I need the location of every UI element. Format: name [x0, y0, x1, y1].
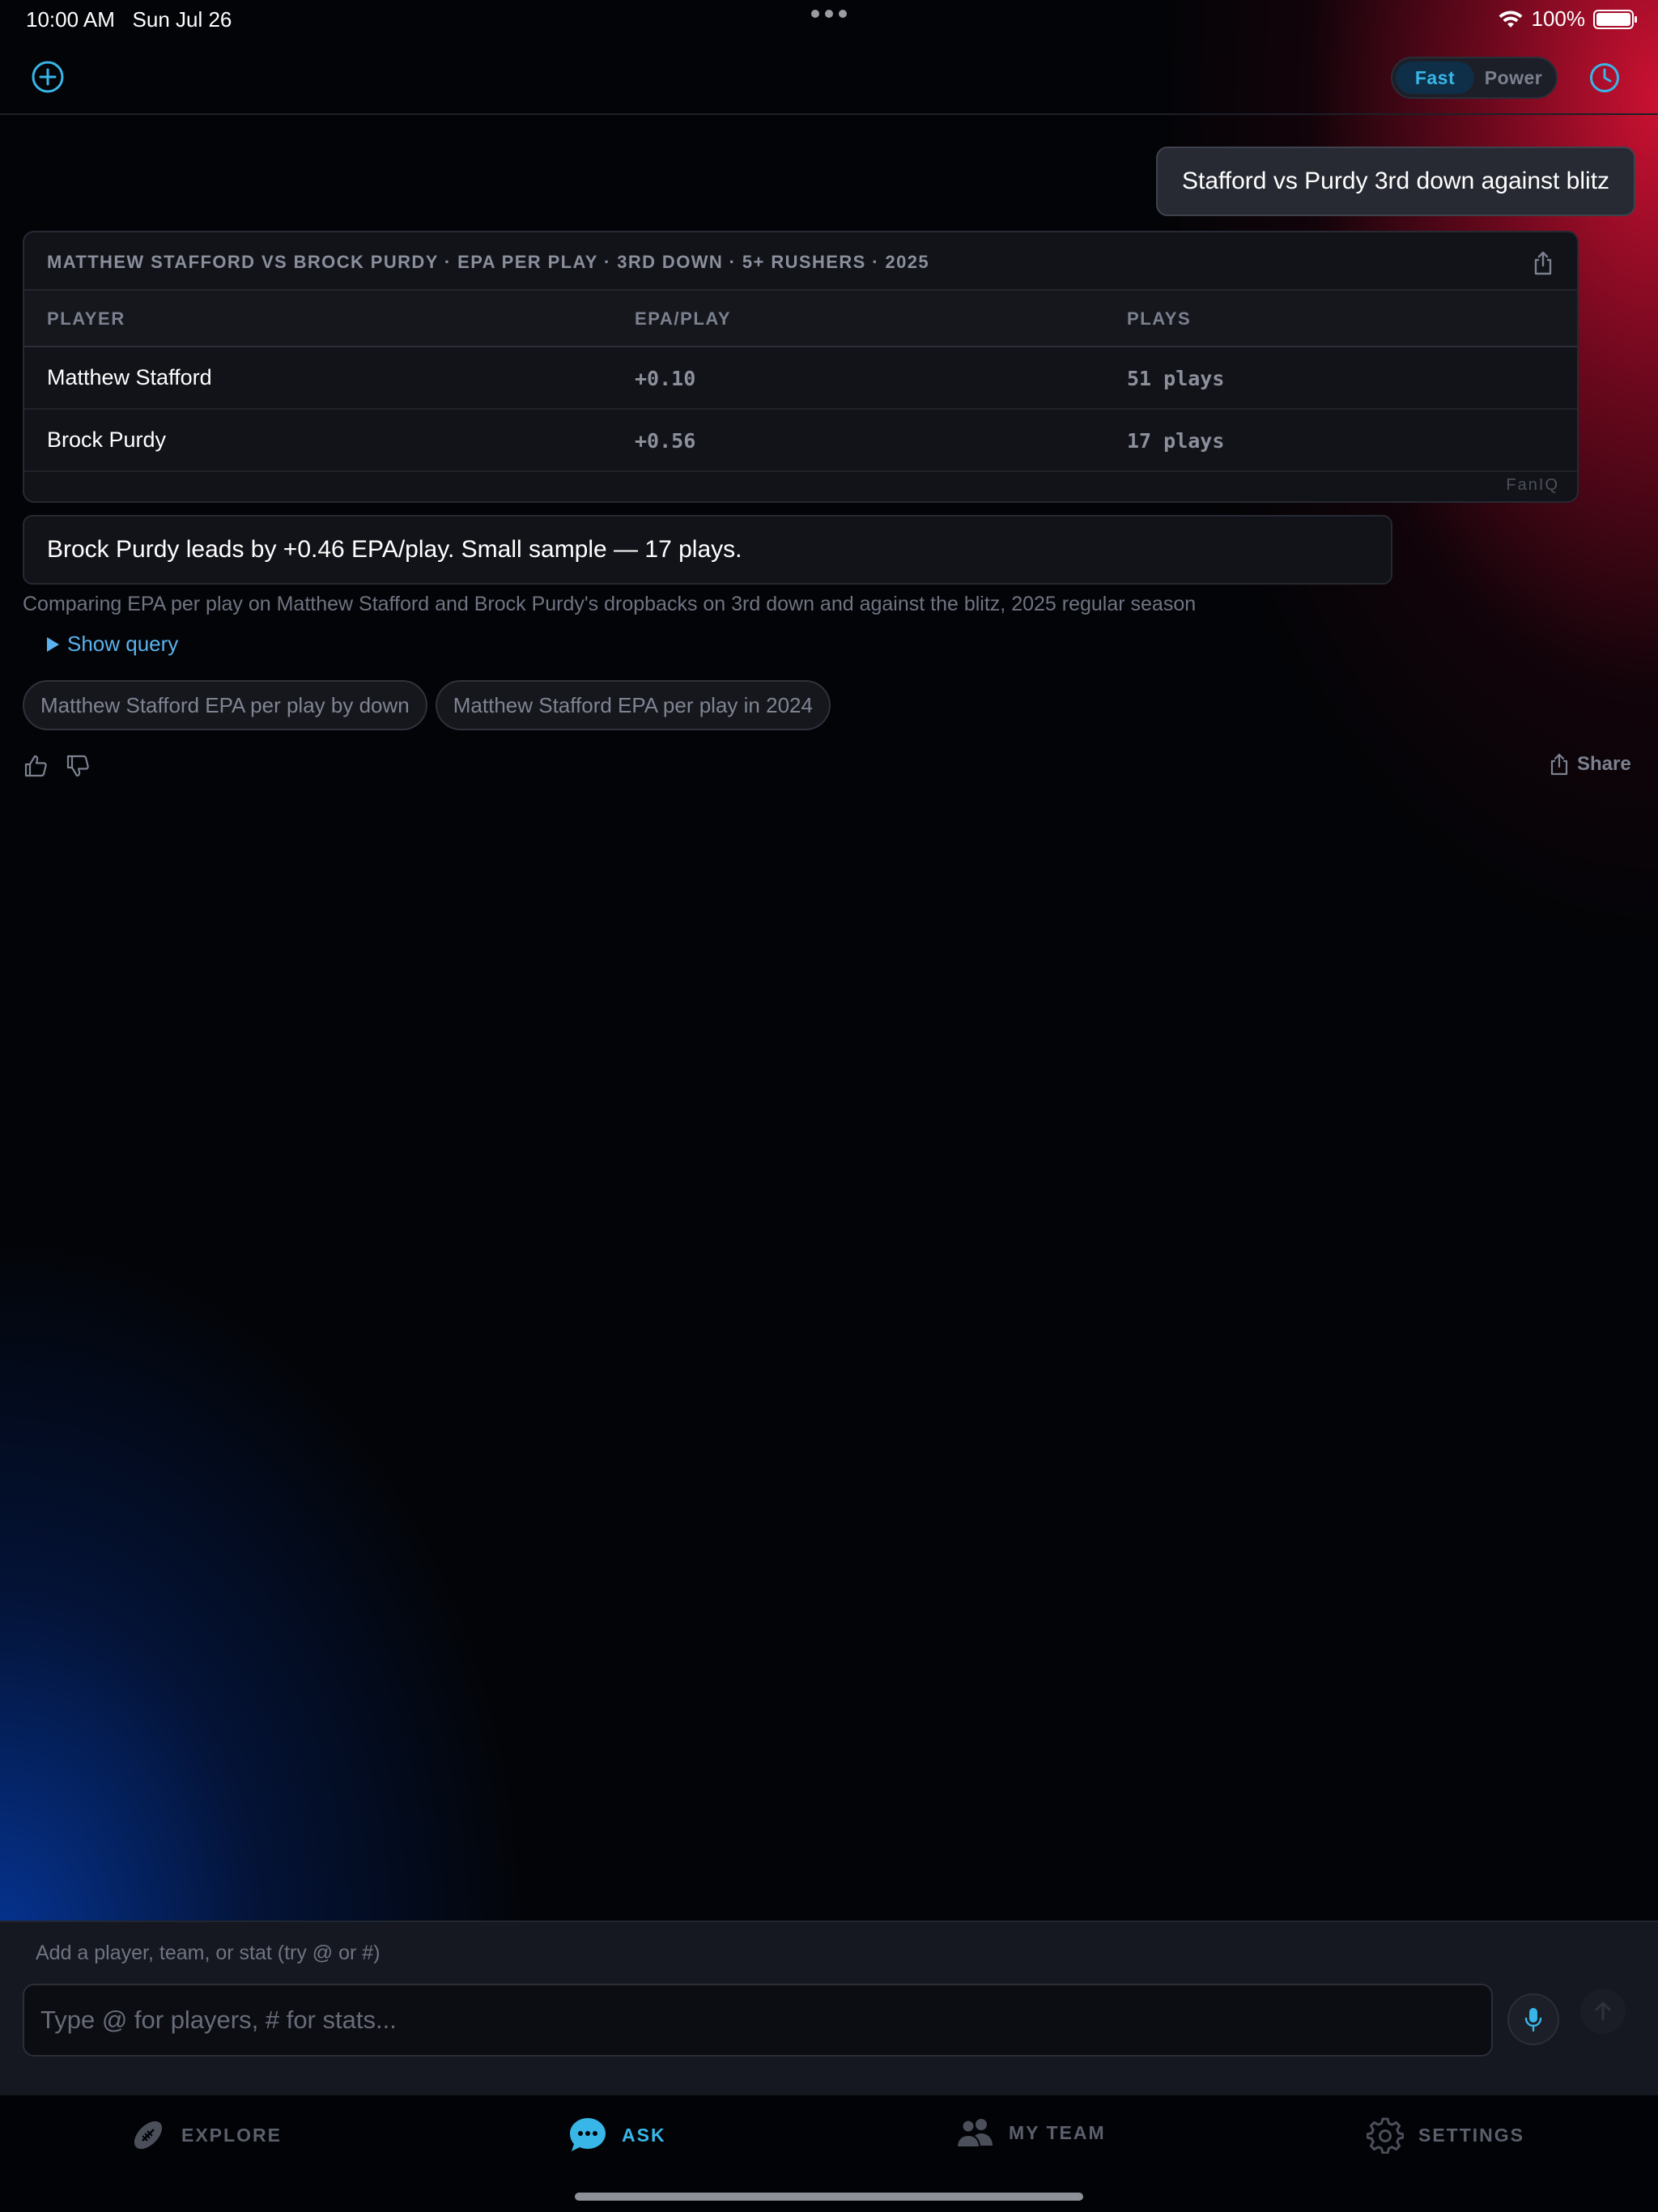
triangle-right-icon — [47, 636, 59, 652]
microphone-icon — [1524, 2008, 1542, 2032]
composer: Add a player, team, or stat (try @ or #) — [0, 1921, 1658, 2094]
tab-label: SETTINGS — [1418, 2124, 1525, 2146]
result-table-card: MATTHEW STAFFORD VS BROCK PURDY · EPA PE… — [23, 231, 1579, 503]
plays-value: 51 plays — [1127, 367, 1225, 390]
tab-label: MY TEAM — [1009, 2121, 1106, 2143]
tab-my-team[interactable]: MY TEAM — [955, 2116, 1106, 2149]
epa-value: +0.56 — [635, 429, 696, 453]
column-header-plays: PLAYS — [1127, 308, 1192, 329]
show-query-toggle[interactable]: Show query — [47, 632, 178, 657]
answer-description: Comparing EPA per play on Matthew Staffo… — [23, 593, 1197, 615]
suggestion-chips: Matthew Stafford EPA per play by down Ma… — [23, 680, 831, 730]
table-header: PLAYER EPA/PLAY PLAYS — [24, 289, 1577, 347]
tab-explore[interactable]: EXPLORE — [130, 2116, 282, 2154]
thumbs-up-icon[interactable] — [23, 753, 49, 779]
battery-icon — [1593, 9, 1637, 29]
share-icon[interactable] — [1532, 250, 1554, 276]
top-bar: Fast Power — [0, 39, 1658, 115]
composer-hint: Add a player, team, or stat (try @ or #) — [36, 1942, 380, 1964]
gear-icon — [1367, 2117, 1404, 2154]
mode-fast-button[interactable]: Fast — [1396, 62, 1474, 94]
player-name: Matthew Stafford — [47, 365, 212, 389]
chat-bubble-icon — [570, 2118, 606, 2151]
share-label: Share — [1577, 753, 1631, 775]
column-header-player: PLAYER — [47, 308, 125, 329]
plus-circle-icon[interactable] — [31, 60, 65, 94]
share-button[interactable]: Share — [1550, 753, 1631, 776]
plays-value: 17 plays — [1127, 429, 1225, 453]
answer-summary: Brock Purdy leads by +0.46 EPA/play. Sma… — [23, 515, 1392, 585]
arrow-up-icon — [1595, 2001, 1611, 2021]
epa-value: +0.10 — [635, 367, 696, 390]
multitasking-dots[interactable] — [811, 10, 847, 18]
suggestion-chip[interactable]: Matthew Stafford EPA per play in 2024 — [435, 680, 831, 730]
status-time: 10:00 AM Sun Jul 26 — [26, 7, 232, 32]
tab-settings[interactable]: SETTINGS — [1367, 2116, 1524, 2154]
status-right: 100% — [1498, 6, 1637, 32]
brand-watermark: FanIQ — [1506, 476, 1559, 494]
share-icon — [1550, 753, 1568, 776]
mode-toggle: Fast Power — [1391, 57, 1558, 99]
feedback-buttons — [23, 753, 91, 779]
tab-ask[interactable]: ASK — [568, 2116, 666, 2154]
table-row[interactable]: Brock Purdy +0.56 17 plays — [24, 410, 1577, 472]
status-bar: 10:00 AM Sun Jul 26 100% — [0, 0, 1658, 39]
user-message-bubble: Stafford vs Purdy 3rd down against blitz — [1156, 147, 1635, 216]
suggestion-chip[interactable]: Matthew Stafford EPA per play by down — [23, 680, 427, 730]
clock-icon[interactable] — [1588, 62, 1621, 94]
battery-percent: 100% — [1531, 6, 1586, 31]
column-header-epa: EPA/PLAY — [635, 308, 732, 329]
thumbs-down-icon[interactable] — [65, 753, 91, 779]
tab-label: EXPLORE — [181, 2124, 282, 2146]
show-query-label: Show query — [67, 632, 179, 656]
table-title: MATTHEW STAFFORD VS BROCK PURDY · EPA PE… — [47, 252, 929, 272]
people-icon — [955, 2119, 993, 2148]
mic-button[interactable] — [1507, 1993, 1559, 2045]
message-input[interactable] — [23, 1984, 1493, 2057]
player-name: Brock Purdy — [47, 428, 167, 452]
football-icon — [134, 2121, 163, 2150]
tab-label: ASK — [622, 2124, 666, 2146]
home-indicator[interactable] — [575, 2193, 1083, 2201]
table-row[interactable]: Matthew Stafford +0.10 51 plays — [24, 347, 1577, 410]
wifi-icon — [1499, 10, 1522, 28]
tab-bar: EXPLORE ASK MY TEAM SETTINGS — [0, 2094, 1658, 2212]
send-button[interactable] — [1580, 1989, 1626, 2034]
mode-power-button[interactable]: Power — [1474, 62, 1553, 94]
